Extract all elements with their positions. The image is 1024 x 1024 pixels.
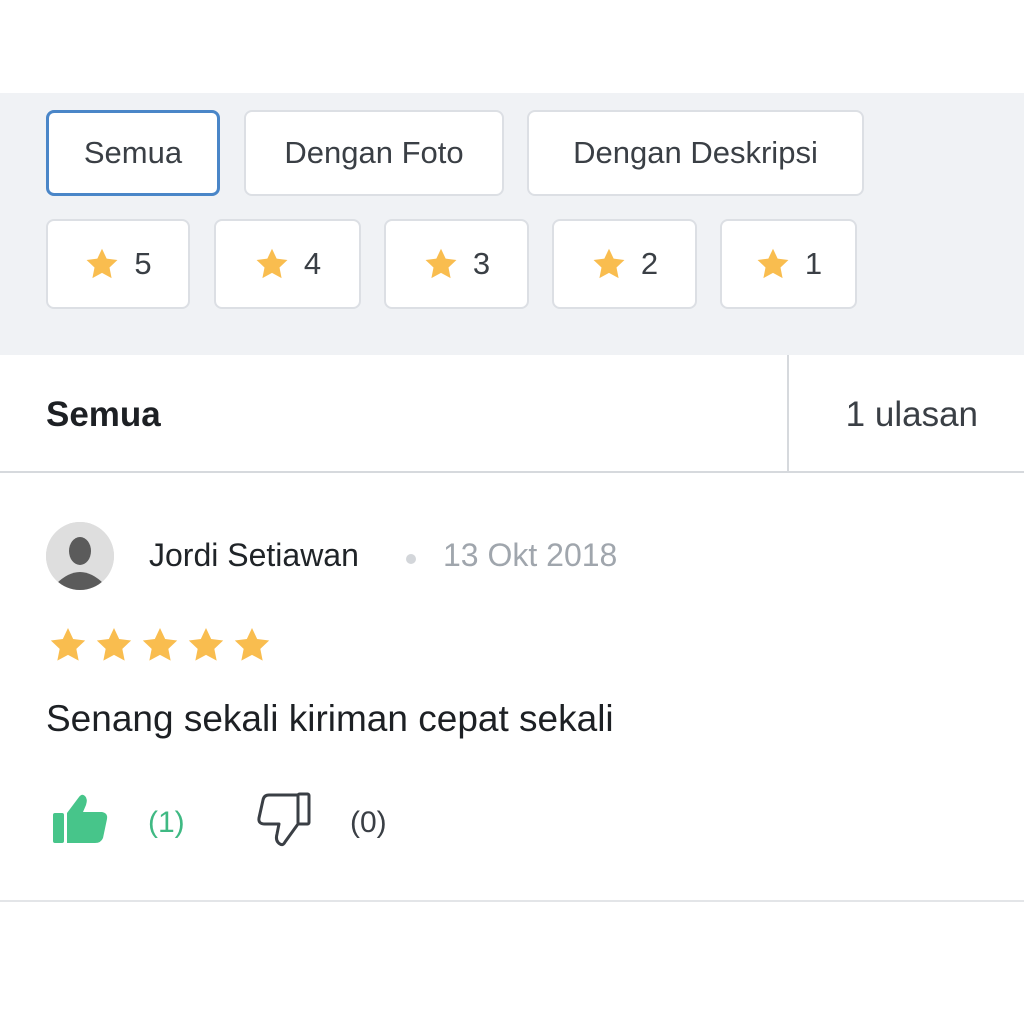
star-icon — [591, 246, 627, 282]
thumbs-up-icon[interactable] — [52, 793, 108, 845]
star-icon — [48, 625, 88, 665]
separator-dot — [406, 554, 416, 564]
reviewer-name: Jordi Setiawan — [149, 537, 359, 573]
star-icon — [186, 625, 226, 665]
star-icon — [423, 246, 459, 282]
dislike-count: (0) — [350, 806, 387, 839]
star-filter-label: 2 — [640, 246, 659, 281]
review-filter-panel: Semua Dengan Foto Dengan Deskripsi 5 4 3… — [0, 93, 1024, 355]
summary-divider — [787, 355, 789, 473]
star-filter-2[interactable]: 2 — [552, 219, 697, 309]
star-icon — [84, 246, 120, 282]
avatar — [46, 522, 114, 590]
star-icon — [140, 625, 180, 665]
like-count: (1) — [148, 806, 185, 839]
review-text: Senang sekali kiriman cepat sekali — [46, 698, 614, 739]
star-filter-label: 4 — [303, 246, 322, 281]
star-filter-label: 3 — [472, 246, 491, 281]
filter-chip-dengan-foto[interactable]: Dengan Foto — [244, 110, 504, 196]
review-rating — [48, 625, 272, 665]
thumbs-down-icon[interactable] — [256, 791, 312, 847]
star-filter-3[interactable]: 3 — [384, 219, 529, 309]
review-item: Jordi Setiawan 13 Okt 2018 Senang sekali… — [0, 475, 1024, 902]
filter-chip-semua[interactable]: Semua — [46, 110, 220, 196]
filter-chip-dengan-deskripsi[interactable]: Dengan Deskripsi — [527, 110, 864, 196]
filter-chip-label: Semua — [83, 135, 183, 170]
star-filter-4[interactable]: 4 — [214, 219, 361, 309]
star-icon — [755, 246, 791, 282]
star-icon — [94, 625, 134, 665]
star-filter-5[interactable]: 5 — [46, 219, 190, 309]
filter-chip-label: Dengan Deskripsi — [573, 135, 818, 170]
star-icon — [232, 625, 272, 665]
star-filter-label: 1 — [804, 246, 823, 281]
filter-chip-label: Dengan Foto — [284, 135, 464, 170]
summary-filter-label: Semua — [46, 395, 161, 434]
review-date: 13 Okt 2018 — [443, 537, 618, 573]
star-icon — [254, 246, 290, 282]
review-summary-bar: Semua 1 ulasan — [0, 355, 1024, 473]
review-count: 1 ulasan — [845, 395, 978, 434]
star-filter-label: 5 — [134, 246, 152, 281]
star-filter-1[interactable]: 1 — [720, 219, 857, 309]
